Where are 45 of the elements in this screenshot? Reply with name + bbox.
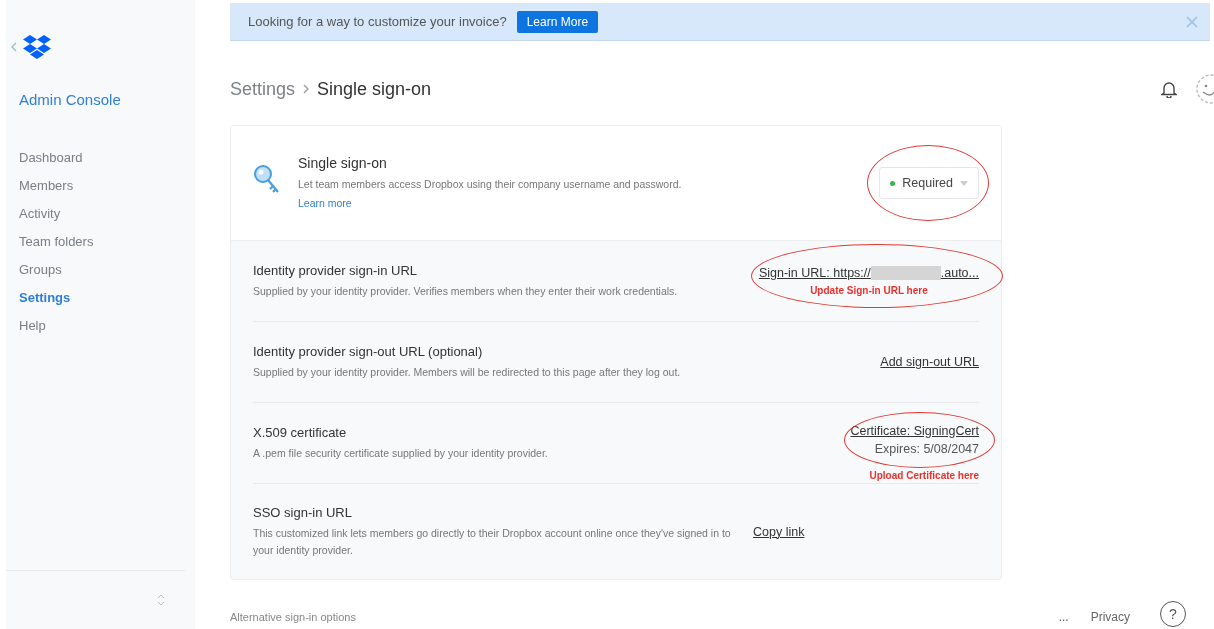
status-dot-icon	[890, 180, 896, 186]
page-title: Single sign-on	[317, 78, 432, 100]
annotation-text: Upload Certificate here	[869, 469, 979, 481]
setting-description: Supplied by your identity provider. Verifies members when they enter their work credentials.	[253, 283, 679, 299]
sidebar-item[interactable]: Settings	[19, 284, 195, 312]
chevron-left-icon[interactable]	[11, 42, 17, 52]
alternative-sign-in-link[interactable]: Alternative sign-in options	[230, 611, 356, 623]
sidebar-item[interactable]: Activity	[19, 200, 195, 228]
section-title: Single sign-on	[298, 155, 388, 171]
sign-in-url-link[interactable]: Sign-in URL: https://	[758, 266, 871, 280]
setting-description: A .pem file security certificate supplied by your identity provider.	[253, 445, 549, 461]
setting-title: SSO sign-in URL	[253, 504, 353, 520]
sidebar-item[interactable]: Team folders	[19, 228, 195, 256]
setting-title: Identity provider sign-out URL (optional)	[253, 343, 484, 359]
sidebar-title[interactable]: Admin Console	[6, 59, 195, 108]
more-menu-button[interactable]: ...	[1058, 610, 1069, 624]
up-down-arrows-icon[interactable]	[157, 593, 165, 607]
setting-description: Supplied by your identity provider. Members will be redirected to this page after they log out.	[253, 364, 682, 380]
setting-title: X.509 certificate	[253, 424, 348, 440]
dropbox-logo-icon[interactable]	[23, 35, 51, 59]
setting-description: This customized link lets members go directly to their Dropbox account online once they've signed in to your identity provider.	[253, 525, 732, 558]
privacy-link[interactable]: Privacy	[1090, 610, 1130, 624]
certificate-link[interactable]: Certificate: SigningCert	[850, 423, 979, 438]
banner-text: Looking for a way to customize your invoice?	[248, 14, 507, 29]
caret-icon	[960, 180, 968, 186]
breadcrumb-link[interactable]: Settings	[230, 78, 296, 100]
learn-more-link[interactable]: Learn more	[298, 197, 352, 209]
bell-icon[interactable]	[1161, 80, 1177, 98]
close-icon[interactable]	[1186, 15, 1198, 28]
sign-in-url-link[interactable]: .auto...	[940, 266, 979, 280]
sidebar-item[interactable]: Groups	[19, 256, 195, 284]
learn-more-button[interactable]: Learn More	[516, 10, 599, 33]
sidebar-item[interactable]: Members	[19, 172, 195, 200]
sidebar-item[interactable]: Help	[19, 312, 195, 340]
annotation-text: Update Sign-in URL here	[810, 285, 928, 296]
smiley-avatar-icon[interactable]	[1195, 73, 1214, 105]
setting-title: Identity provider sign-in URL	[253, 262, 419, 278]
expiry-date: Expires: 5/08/2047	[874, 441, 979, 456]
section-description: Let team members access Dropbox using their company username and password.	[298, 177, 683, 192]
status-dropdown[interactable]: Required	[879, 167, 979, 199]
chevron-right-icon	[303, 84, 310, 94]
redacted-block	[870, 266, 941, 280]
sidebar-item[interactable]: Dashboard	[19, 144, 195, 172]
action-link[interactable]: Copy link	[753, 524, 805, 539]
action-link[interactable]: Add sign-out URL	[880, 355, 979, 369]
